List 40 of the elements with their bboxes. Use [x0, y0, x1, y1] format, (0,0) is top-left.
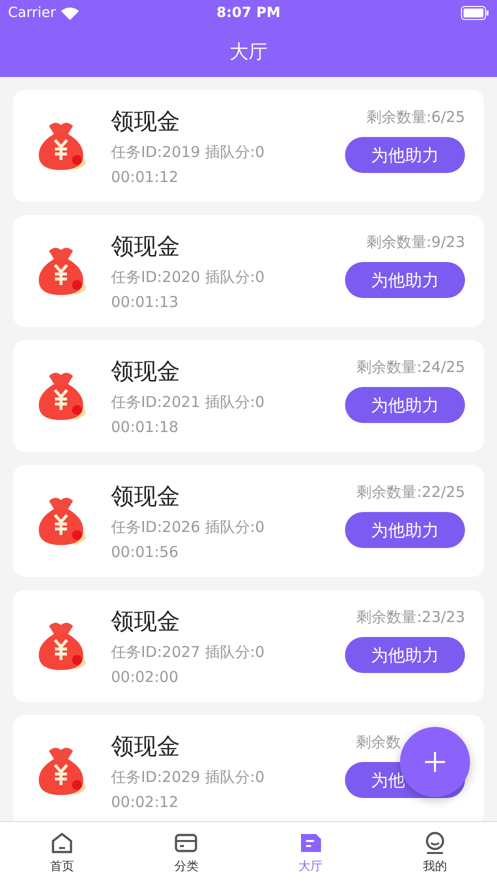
help-button[interactable]: 为他助力: [345, 137, 465, 173]
task-title: 领现金: [111, 483, 181, 512]
task-time: 00:01:18: [111, 418, 180, 436]
task-time: 00:02:12: [111, 793, 180, 811]
task-title: 领现金: [111, 358, 181, 387]
task-time: 00:01:13: [111, 293, 180, 311]
battery-icon: [461, 6, 489, 20]
tab[interactable]: 我的: [372, 822, 497, 883]
page-title: 大厅: [230, 40, 268, 64]
status-time: 8:07 PM: [216, 5, 280, 21]
remaining-count: 剩余数量:6/25: [365, 108, 465, 127]
task-time: 00:01:12: [111, 168, 180, 186]
tab[interactable]: 大厅: [248, 822, 373, 883]
tab[interactable]: 分类: [124, 822, 248, 883]
remaining-count: 剩余数量:23/23: [356, 608, 465, 627]
tab[interactable]: 首页: [0, 822, 124, 883]
remaining-count: 剩余数量:22/25: [356, 483, 465, 502]
task-info: 任务ID:2019 插队分:0: [111, 143, 266, 162]
task-info: 任务ID:2027 插队分:0: [111, 643, 266, 662]
help-button[interactable]: 为他助力: [345, 387, 465, 423]
task-title: 领现金: [111, 733, 181, 762]
task-time: 00:01:56: [111, 543, 180, 561]
remaining-count: 剩余数量:24/25: [356, 358, 465, 377]
help-button[interactable]: 为他助力: [345, 512, 465, 548]
remaining-count: 剩余数量:9/23: [365, 233, 465, 252]
remaining-count: 剩余数: [356, 733, 402, 752]
task-info: 任务ID:2026 插队分:0: [111, 518, 266, 537]
task-title: 领现金: [111, 233, 181, 262]
help-button[interactable]: 为他助力: [345, 637, 465, 673]
carrier-label: Carrier: [8, 5, 56, 21]
task-info: 任务ID:2029 插队分:0: [111, 768, 266, 787]
task-info: 任务ID:2021 插队分:0: [111, 393, 266, 412]
task-title: 领现金: [111, 608, 181, 637]
task-title: 领现金: [111, 108, 181, 137]
plus-icon: [424, 751, 446, 773]
task-time: 00:02:00: [111, 668, 180, 686]
help-button[interactable]: 为他助力: [345, 262, 465, 298]
wifi-icon: [60, 6, 79, 20]
task-info: 任务ID:2020 插队分:0: [111, 268, 266, 287]
home-icon: [50, 830, 74, 854]
